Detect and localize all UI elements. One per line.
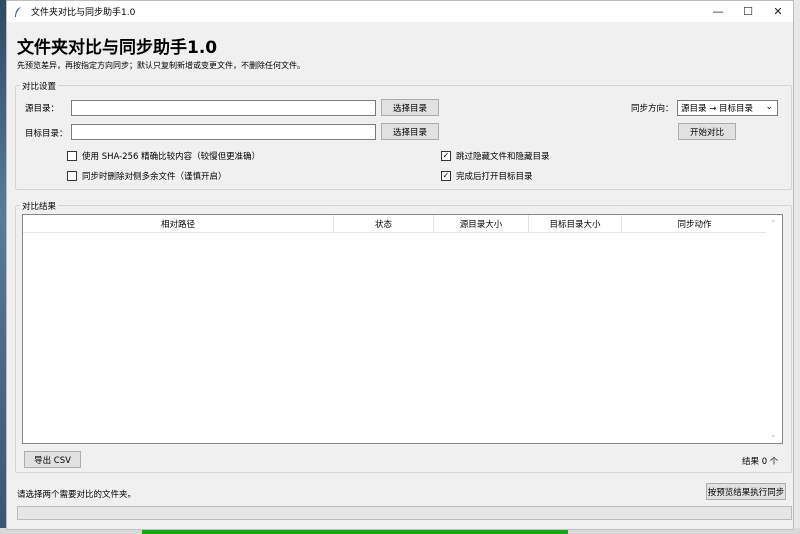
- minimize-button[interactable]: —: [703, 1, 733, 22]
- sha256-label: 使用 SHA-256 精确比较内容（较慢但更准确）: [82, 152, 261, 162]
- open-target-label: 完成后打开目标目录: [456, 172, 533, 182]
- checkmark-icon: ✓: [441, 151, 451, 161]
- result-count: 结果 0 个: [742, 457, 779, 467]
- direction-value: 源目录 → 目标目录: [681, 104, 754, 114]
- results-group-label: 对比结果: [20, 200, 59, 212]
- skip-hidden-label: 跳过隐藏文件和隐藏目录: [456, 152, 550, 162]
- source-label: 源目录：: [25, 104, 60, 114]
- settings-group-label: 对比设置: [20, 80, 59, 92]
- col-header-status[interactable]: 状态: [334, 215, 434, 233]
- export-csv-button[interactable]: 导出 CSV: [24, 451, 81, 468]
- page-subtitle: 先预览差异，再按指定方向同步；默认只复制新增或变更文件，不删除任何文件。: [17, 61, 305, 70]
- checkbox-unchecked-icon: [67, 151, 77, 161]
- start-compare-button[interactable]: 开始对比: [678, 123, 736, 140]
- open-target-checkbox[interactable]: ✓ 完成后打开目标目录: [441, 170, 533, 182]
- browse-source-button[interactable]: 选择目录: [381, 99, 439, 116]
- delete-extra-label: 同步时删除对侧多余文件（谨慎开启）: [82, 172, 227, 182]
- direction-select[interactable]: 源目录 → 目标目录 ⌄: [677, 100, 778, 116]
- scroll-up-icon[interactable]: ⌃: [770, 219, 777, 228]
- settings-group: 对比设置 源目录： 选择目录 目标目录： 选择目录 同步方向： 源目录 → 目标…: [15, 80, 792, 190]
- execute-sync-button[interactable]: 按预览结果执行同步: [706, 483, 786, 500]
- col-header-source-size[interactable]: 源目录大小: [434, 215, 529, 233]
- chevron-down-icon: ⌄: [765, 102, 773, 112]
- scroll-down-icon[interactable]: ⌄: [770, 430, 777, 439]
- page-title: 文件夹对比与同步助手1.0: [17, 38, 218, 58]
- checkmark-icon: ✓: [441, 171, 451, 181]
- source-dir-input[interactable]: [71, 100, 376, 116]
- title-bar[interactable]: 文件夹对比与同步助手1.0 — ☐ ✕: [7, 1, 793, 22]
- target-label: 目标目录：: [25, 129, 68, 139]
- status-text: 请选择两个需要对比的文件夹。: [17, 490, 137, 500]
- sha256-checkbox[interactable]: 使用 SHA-256 精确比较内容（较慢但更准确）: [67, 150, 260, 162]
- target-dir-input[interactable]: [71, 124, 376, 140]
- browse-target-button[interactable]: 选择目录: [381, 123, 439, 140]
- skip-hidden-checkbox[interactable]: ✓ 跳过隐藏文件和隐藏目录: [441, 150, 550, 162]
- col-header-path[interactable]: 相对路径: [23, 215, 334, 233]
- progress-bar: [17, 506, 792, 520]
- window-title: 文件夹对比与同步助手1.0: [31, 8, 136, 18]
- app-window: 文件夹对比与同步助手1.0 — ☐ ✕ 文件夹对比与同步助手1.0 先预览差异，…: [6, 0, 794, 530]
- maximize-button[interactable]: ☐: [733, 1, 763, 22]
- col-header-action[interactable]: 同步动作: [622, 215, 767, 233]
- table-header: 相对路径 状态 源目录大小 目标目录大小 同步动作: [23, 215, 767, 233]
- close-button[interactable]: ✕: [763, 1, 793, 22]
- desktop-edge-right: [794, 0, 800, 534]
- direction-label: 同步方向：: [631, 104, 674, 114]
- checkbox-unchecked-icon: [67, 171, 77, 181]
- feather-icon: [11, 5, 25, 19]
- col-header-target-size[interactable]: 目标目录大小: [529, 215, 622, 233]
- results-scrollbar[interactable]: ⌃ ⌄: [766, 215, 782, 443]
- results-table[interactable]: 相对路径 状态 源目录大小 目标目录大小 同步动作 ⌃ ⌄: [22, 214, 783, 444]
- delete-extra-checkbox[interactable]: 同步时删除对侧多余文件（谨慎开启）: [67, 170, 227, 182]
